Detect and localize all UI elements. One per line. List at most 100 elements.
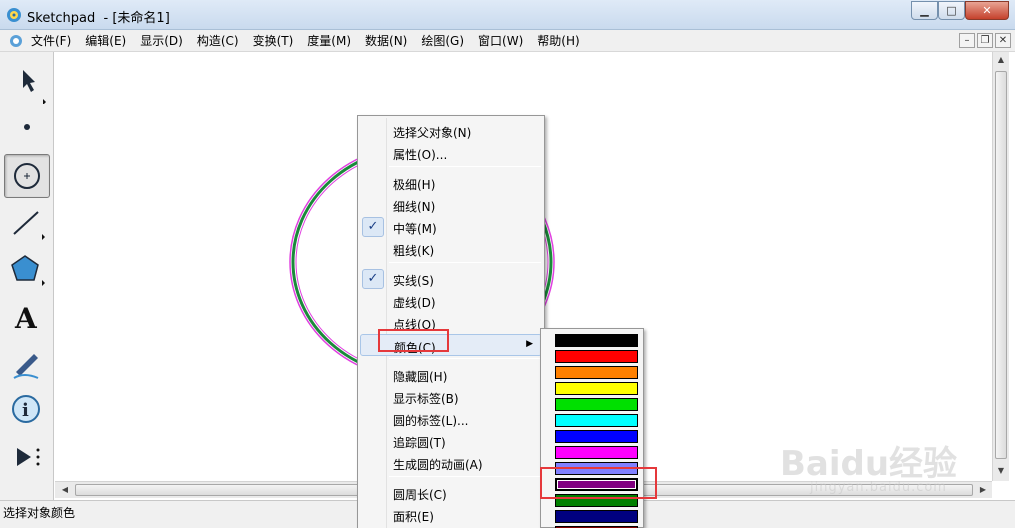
color-swatch[interactable]	[555, 350, 638, 363]
line-segment-icon	[13, 211, 45, 240]
context-menu-item[interactable]: 属性(O)...	[360, 142, 542, 164]
context-menu-item-label: 细线(N)	[393, 200, 436, 214]
menu-item[interactable]: 窗口(W)	[471, 33, 530, 49]
vertical-scroll-thumb[interactable]	[995, 71, 1007, 459]
context-menu-item[interactable]: 显示标签(B)	[360, 386, 542, 408]
maximize-button[interactable]: □	[938, 1, 965, 20]
menu-items: 文件(F) 编辑(E) 显示(D) 构造(C) 变换(T) 度量(M) 数据(N) 绘图(G)…	[24, 33, 587, 49]
color-swatch[interactable]	[555, 510, 638, 523]
context-menu-item-label: 虚线(D)	[393, 296, 436, 310]
context-menu-item[interactable]: 细线(N)	[360, 194, 542, 216]
point-icon	[24, 124, 30, 130]
color-swatch[interactable]	[555, 398, 638, 411]
menu-item[interactable]: 数据(N)	[358, 33, 414, 49]
svg-text:i: i	[22, 400, 29, 421]
svg-text:A: A	[14, 302, 38, 335]
context-menu-item[interactable]: ✓ 中等(M)	[360, 216, 542, 238]
vertical-scrollbar[interactable]: ▲ ▼	[992, 52, 1009, 481]
arrow-pointer-icon	[23, 70, 46, 104]
document-icon[interactable]	[9, 34, 23, 48]
context-menu-item-label: 追踪圆(T)	[393, 436, 446, 450]
context-menu-item[interactable]: 极细(H)	[360, 172, 542, 194]
menu-item[interactable]: 显示(D)	[133, 33, 190, 49]
toolbox: A i	[0, 52, 54, 500]
context-menu-item[interactable]: 面积(E)	[360, 504, 542, 526]
context-menu-item-label: 属性(O)...	[393, 148, 448, 162]
compass-tool[interactable]	[4, 154, 50, 198]
information-tool[interactable]: i	[4, 388, 50, 432]
context-menu-item[interactable]: 隐藏圆(H)	[360, 364, 542, 386]
context-menu-item[interactable]: 粗线(K)	[360, 238, 542, 260]
checkmark-icon: ✓	[362, 217, 384, 237]
annotation-box-selected-swatch	[540, 467, 657, 499]
scroll-down-arrow[interactable]: ▼	[993, 463, 1009, 479]
context-menu-item[interactable]: 追踪圆(T)	[360, 430, 542, 452]
custom-tool[interactable]	[4, 436, 50, 480]
marker-tool[interactable]	[4, 342, 50, 386]
menu-item[interactable]: 变换(T)	[246, 33, 301, 49]
window-controls: ▁ □ ✕	[911, 1, 1009, 21]
custom-tool-play-icon	[17, 448, 40, 466]
color-swatch[interactable]	[555, 430, 638, 443]
submenu-arrow-icon: ▶	[526, 339, 533, 349]
point-tool[interactable]	[4, 106, 50, 150]
menu-separator	[389, 262, 541, 263]
pentagon-icon	[11, 255, 45, 286]
color-swatch[interactable]	[555, 382, 638, 395]
title-bar: Sketchpad - [未命名1] ▁ □ ✕	[0, 0, 1015, 30]
context-menu: 选择父对象(N) 属性(O)... 极细(H) 细线(N) ✓ 中等(M) 粗线(K) ✓ 实线…	[357, 115, 545, 528]
baidu-watermark: Baidu经验 jingyan.baidu.com	[780, 436, 980, 500]
context-menu-item-label: 隐藏圆(H)	[393, 370, 448, 384]
text-tool[interactable]: A	[4, 296, 50, 340]
straightedge-tool[interactable]	[4, 202, 50, 246]
context-menu-item-label: 生成圆的动画(A)	[393, 458, 483, 472]
scroll-up-arrow[interactable]: ▲	[993, 52, 1009, 68]
polygon-tool[interactable]	[4, 248, 50, 292]
menu-item[interactable]: 文件(F)	[24, 33, 78, 49]
document-window-controls: – ❐ ✕	[959, 33, 1011, 48]
context-menu-item-label: 选择父对象(N)	[393, 126, 472, 140]
menu-item[interactable]: 编辑(E)	[78, 33, 133, 49]
context-menu-item[interactable]: ✓ 实线(S)	[360, 268, 542, 290]
menu-separator	[389, 358, 541, 359]
circle-compass-icon	[14, 163, 40, 189]
color-swatch[interactable]	[555, 366, 638, 379]
menu-separator	[389, 476, 541, 477]
doc-restore-button[interactable]: ❐	[977, 33, 993, 48]
context-menu-item[interactable]: 圆周长(C)	[360, 482, 542, 504]
watermark-logo-text: Baidu经验	[780, 444, 958, 484]
context-menu-item-label: 面积(E)	[393, 510, 434, 524]
scroll-left-arrow[interactable]: ◀	[57, 482, 73, 498]
window-title: Sketchpad - [未命名1]	[27, 11, 170, 26]
context-menu-item-label: 实线(S)	[393, 274, 434, 288]
context-menu-item[interactable]: 圆的标签(L)...	[360, 408, 542, 430]
color-swatch[interactable]	[555, 414, 638, 427]
menu-item[interactable]: 度量(M)	[300, 33, 358, 49]
context-menu-item-label: 粗线(K)	[393, 244, 435, 258]
menu-item[interactable]: 绘图(G)	[414, 33, 471, 49]
context-menu-item[interactable]: 虚线(D)	[360, 290, 542, 312]
context-menu-item[interactable]: 选择父对象(N)	[360, 120, 542, 142]
menu-bar: 文件(F) 编辑(E) 显示(D) 构造(C) 变换(T) 度量(M) 数据(N) 绘图(G)…	[0, 30, 1015, 52]
close-button[interactable]: ✕	[965, 1, 1009, 20]
menu-separator	[389, 166, 541, 167]
sketchpad-app-icon	[7, 8, 21, 22]
menu-item[interactable]: 构造(C)	[190, 33, 246, 49]
context-menu-item-label: 显示标签(B)	[393, 392, 459, 406]
arrow-tool[interactable]	[4, 60, 50, 104]
context-menu-item-label: 极细(H)	[393, 178, 436, 192]
watermark-url: jingyan.baidu.com	[810, 480, 947, 495]
annotation-box-color-item	[378, 329, 449, 352]
context-menu-item[interactable]: 生成圆的动画(A)	[360, 452, 542, 474]
doc-minimize-button[interactable]: –	[959, 33, 975, 48]
minimize-button[interactable]: ▁	[911, 1, 938, 20]
color-swatch[interactable]	[555, 334, 638, 347]
menu-item[interactable]: 帮助(H)	[530, 33, 586, 49]
information-icon: i	[12, 395, 40, 423]
context-menu-item-label: 圆的标签(L)...	[393, 414, 469, 428]
context-menu-item-label: 中等(M)	[393, 222, 437, 236]
marker-pen-icon	[13, 354, 39, 379]
color-swatch[interactable]	[555, 446, 638, 459]
doc-close-button[interactable]: ✕	[995, 33, 1011, 48]
status-text: 选择对象颜色	[3, 506, 76, 520]
